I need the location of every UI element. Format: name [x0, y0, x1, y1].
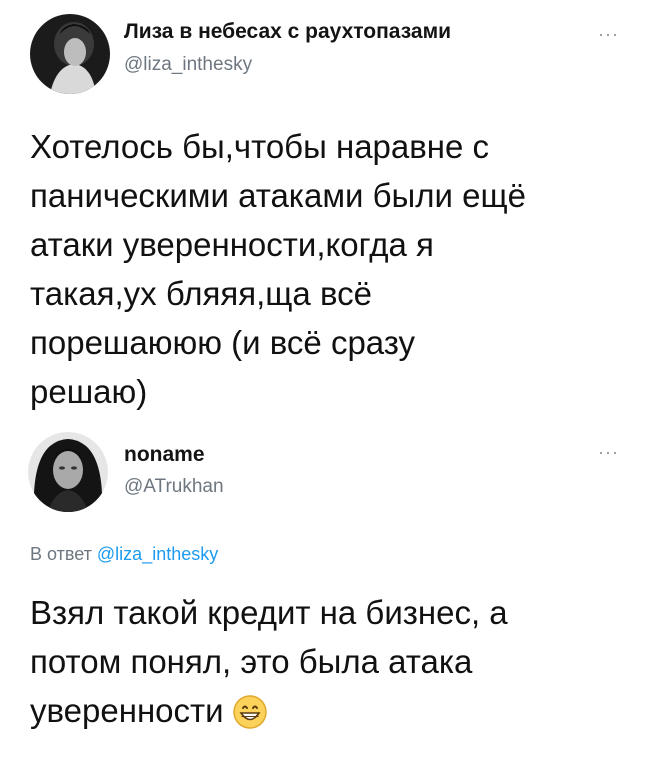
- tweet-text-word: уверенности: [30, 692, 224, 729]
- tweet-reply: noname @ATrukhan ··· В ответ @liza_inthe…: [0, 420, 660, 757]
- tweet-text-line: Взял такой кредит на бизнес, а: [30, 594, 508, 631]
- tweet-text: Хотелось бы,чтобы наравне с паническими …: [30, 122, 645, 416]
- grinning-face-icon: [232, 694, 268, 743]
- tweet-text-line: порешаююю (и всё сразу: [30, 324, 416, 361]
- tweet-text-line-last: уверенности: [30, 686, 645, 743]
- tweet-text: Взял такой кредит на бизнес, а потом пон…: [30, 588, 645, 743]
- tweet-text-line: Хотелось бы,чтобы наравне с: [30, 128, 490, 165]
- tweet-text-line: атаки уверенности,когда я: [30, 226, 434, 263]
- reply-context: В ответ @liza_inthesky: [30, 544, 218, 565]
- avatar[interactable]: [28, 432, 108, 512]
- author-handle[interactable]: @ATrukhan: [124, 476, 224, 498]
- tweet-original: Лиза в небесах с раухтопазами @liza_inth…: [0, 0, 660, 420]
- tweet-text-line: решаю): [30, 373, 148, 410]
- reply-prefix: В ответ: [30, 544, 92, 564]
- avatar[interactable]: [30, 14, 110, 94]
- author-name[interactable]: Лиза в небесах с раухтопазами: [124, 20, 451, 44]
- more-options-icon[interactable]: ···: [598, 24, 619, 45]
- more-options-icon[interactable]: ···: [598, 442, 619, 463]
- reply-handle-link[interactable]: @liza_inthesky: [97, 544, 218, 564]
- tweet-text-line: такая,ух бляяя,ща всё: [30, 275, 372, 312]
- author-handle[interactable]: @liza_inthesky: [124, 54, 252, 76]
- author-name[interactable]: noname: [124, 443, 205, 467]
- tweet-text-line: паническими атаками были ещё: [30, 177, 526, 214]
- tweet-text-line: потом понял, это была атака: [30, 643, 473, 680]
